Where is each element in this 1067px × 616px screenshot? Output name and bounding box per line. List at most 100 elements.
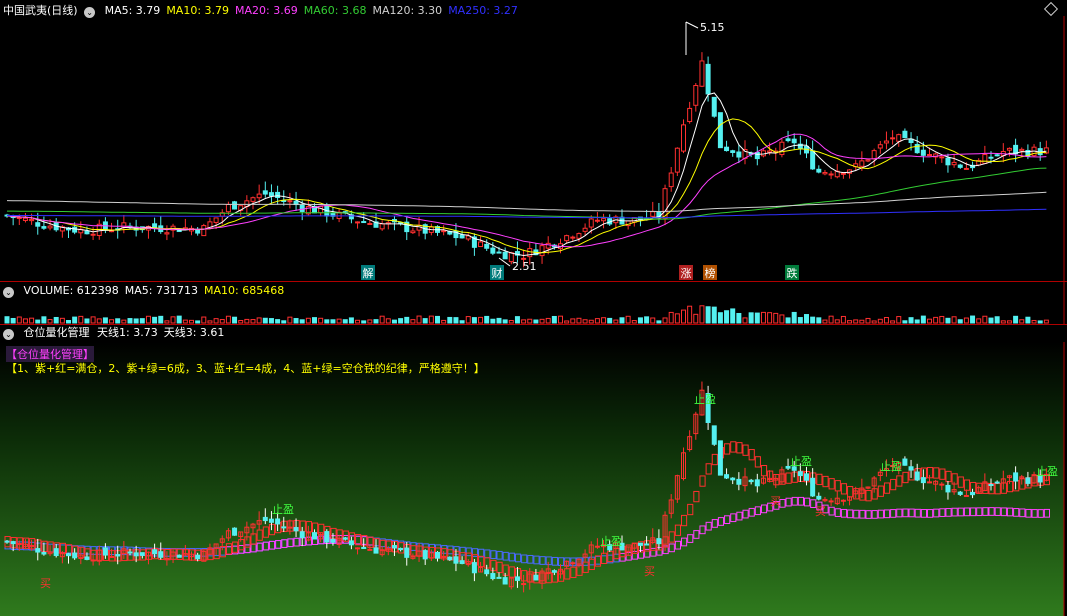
volume-bar (521, 319, 527, 324)
candle (1000, 143, 1006, 163)
volume-bar (336, 318, 342, 324)
volume-bar (127, 318, 133, 324)
candle (35, 212, 41, 235)
volume-bar (693, 313, 699, 324)
candle (281, 190, 287, 206)
volume-bar (59, 317, 65, 324)
volume-bar (637, 317, 643, 324)
volume-bar (348, 317, 354, 324)
volume-bar (1043, 319, 1049, 324)
candle (53, 218, 59, 232)
volume-bar (496, 317, 502, 324)
candle (902, 128, 908, 139)
candle (1037, 141, 1043, 161)
candle (41, 216, 47, 230)
candle (816, 165, 822, 174)
volume-bar (871, 320, 877, 324)
candle (883, 131, 889, 150)
volume-bar (545, 317, 551, 324)
volume-bar (717, 312, 723, 324)
candle (674, 147, 680, 177)
volume-bar (760, 311, 766, 324)
volume-bar (256, 317, 262, 324)
volume-bar (268, 318, 274, 324)
volume-bar (78, 315, 84, 324)
high-label: 5.15 (700, 21, 725, 34)
candle (742, 140, 748, 165)
volume-bar (779, 314, 785, 324)
candle (865, 159, 871, 163)
take-profit-label-4: 止盈 (880, 460, 902, 473)
candle (736, 144, 742, 164)
volume-bar (994, 316, 1000, 324)
candle (607, 214, 613, 226)
candle (877, 140, 883, 154)
candle (914, 136, 920, 154)
volume-bar (207, 320, 213, 324)
candle (478, 236, 484, 248)
volume-bar (539, 318, 545, 324)
candle (601, 213, 607, 229)
candle (293, 191, 299, 211)
ind-candle (717, 440, 723, 476)
take-profit-label-0: 止盈 (272, 503, 294, 516)
volume-bar (379, 315, 385, 324)
candle (810, 140, 816, 170)
volume-bar (342, 319, 348, 324)
ma-line-250 (7, 208, 1047, 219)
volume-bar (404, 316, 410, 324)
volume-bar (102, 317, 108, 324)
volume-bar (791, 311, 797, 324)
candle (355, 221, 361, 229)
volume-bar (250, 319, 256, 324)
candle (754, 146, 760, 166)
volume-bar (139, 318, 145, 324)
volume-bar (182, 319, 188, 324)
ma-line-60 (7, 167, 1047, 220)
volume-bar (607, 317, 613, 324)
volume-bar (96, 318, 102, 324)
candle (121, 214, 127, 234)
volume-bar (644, 316, 650, 324)
volume-bar (1037, 320, 1043, 324)
volume-bar (951, 316, 957, 324)
volume-bar (767, 312, 773, 324)
volume-bar (908, 317, 914, 324)
volume-bar (90, 316, 96, 324)
volume-bar (650, 317, 656, 324)
candle (336, 208, 342, 223)
volume-bar (225, 315, 231, 324)
volume-bar (502, 319, 508, 324)
volume-bar (355, 319, 361, 324)
volume-bar (822, 319, 828, 324)
candle (871, 148, 877, 166)
candle (195, 226, 201, 236)
volume-bar (840, 315, 846, 324)
volume-bar (933, 316, 939, 324)
high-annotation: 5.15 (685, 21, 725, 55)
candle (847, 169, 853, 179)
volume-bar (318, 317, 324, 324)
volume-bar (262, 317, 268, 324)
volume-bar (416, 315, 422, 324)
candle (724, 140, 730, 152)
candle (693, 82, 699, 112)
volume-bar (558, 315, 563, 324)
volume-bar (890, 320, 896, 324)
volume-bar (447, 316, 453, 324)
volume-bar (730, 308, 736, 324)
volume-bar (804, 314, 809, 324)
volume-bar (754, 312, 760, 324)
volume-bar (963, 317, 969, 324)
candle (730, 149, 736, 157)
volume-bar (1006, 320, 1012, 324)
candle (711, 96, 717, 118)
volume-bar (170, 316, 176, 324)
volume-bar (133, 318, 139, 324)
candle (385, 220, 391, 230)
volume-bar (53, 316, 59, 324)
volume-bar (16, 316, 22, 324)
volume-bar (47, 319, 53, 324)
volume-bar (724, 310, 730, 324)
volume-bar (920, 315, 926, 324)
